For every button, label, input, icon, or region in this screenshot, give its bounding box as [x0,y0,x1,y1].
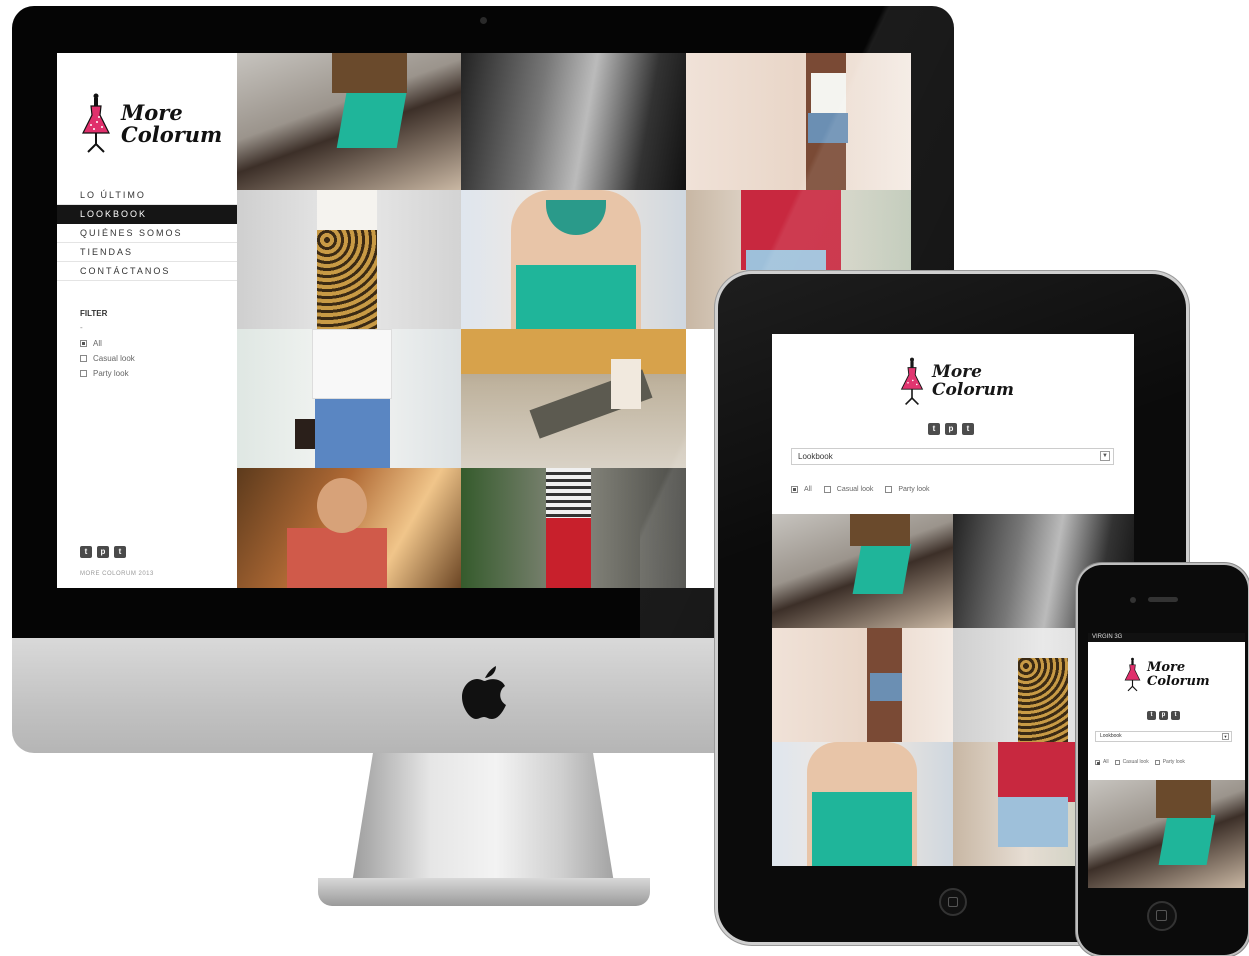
dress-mannequin-icon [82,93,110,153]
iphone-speaker [1148,597,1178,602]
filter-title: FILTER [80,309,108,318]
brand-logo[interactable]: More Colorum [1124,657,1210,693]
filter-casual-look[interactable]: Casual look [1114,759,1149,765]
filter-all[interactable]: All [1095,759,1109,765]
filter-label: Casual look [1122,759,1149,765]
brand-wordmark: More Colorum [121,99,223,147]
status-bar: VIRGIN 3G [1088,633,1245,642]
iphone-screen: VIRGIN 3G More Colorum t p t Lookbook ▼ [1088,633,1245,888]
brand-line-1: More [1147,660,1186,676]
nav-item-quienes-somos[interactable]: QUIÉNES SOMOS [57,224,237,243]
checkbox-icon[interactable] [1154,759,1160,765]
brand-line-2: Colorum [121,122,223,147]
chevron-down-icon[interactable]: ▼ [1222,733,1229,740]
nav-item-lookbook[interactable]: LOOKBOOK [57,205,237,224]
checkbox-icon[interactable] [80,355,87,362]
lookbook-photo[interactable] [237,468,461,588]
section-select-value: Lookbook [1100,733,1122,739]
nav-item-lo-ultimo[interactable]: LO ÚLTIMO [57,186,237,205]
filter-label: All [1103,759,1109,765]
iphone-camera [1130,597,1136,603]
nav-item-contactanos[interactable]: CONTÁCTANOS [57,262,237,281]
lookbook-photo[interactable] [237,190,461,329]
home-square-icon [948,897,958,907]
lookbook-photo[interactable] [237,53,461,190]
checkbox-icon[interactable] [80,340,87,347]
checkbox-icon[interactable] [1095,759,1100,765]
lookbook-photo[interactable] [237,329,461,468]
checkbox-icon[interactable] [1114,759,1120,765]
filter-party-look[interactable]: Party look [1154,759,1185,765]
brand-logo[interactable]: More Colorum [81,93,222,155]
pinterest-icon[interactable]: p [1159,711,1168,720]
twitter-icon[interactable]: t [80,546,92,558]
section-select[interactable]: Lookbook ▼ [1095,731,1232,742]
filter-party-look[interactable]: Party look [80,366,135,381]
brand-line-1: More [121,99,183,125]
checkbox-icon[interactable] [80,370,87,377]
home-square-icon [1156,910,1167,921]
nav-item-tiendas[interactable]: TIENDAS [57,243,237,262]
filter-list: All Casual look Party look [80,336,135,381]
filter-dash: - [80,323,83,332]
filter-label: Party look [1162,759,1185,765]
lookbook-photo[interactable] [1088,780,1245,888]
filter-casual-look[interactable]: Casual look [80,351,135,366]
main-nav: LO ÚLTIMO LOOKBOOK QUIÉNES SOMOS TIENDAS… [57,186,237,281]
pinterest-icon[interactable]: p [97,546,109,558]
dress-mannequin-icon [1124,657,1141,692]
apple-logo-icon [462,666,506,719]
filter-label: Casual look [93,354,135,363]
tumblr-icon[interactable]: t [114,546,126,558]
twitter-icon[interactable]: t [1147,711,1156,720]
social-links: t p t [80,546,126,558]
tumblr-icon[interactable]: t [1171,711,1180,720]
responsive-device-mockup: More Colorum LO ÚLTIMO LOOKBOOK QUIÉNES … [0,0,1249,956]
filter-label: Party look [93,369,129,378]
filter-list: All Casual look Party look [1095,759,1185,765]
imac-foot [318,878,650,906]
brand-wordmark: More Colorum [1147,661,1210,688]
desktop-sidebar: More Colorum LO ÚLTIMO LOOKBOOK QUIÉNES … [57,53,237,588]
filter-all[interactable]: All [80,336,135,351]
social-links: t p t [1147,711,1180,720]
brand-line-2: Colorum [1147,674,1210,689]
imac-stand [352,753,614,883]
copyright-text: MORE COLORUM 2013 [80,571,154,577]
filter-label: All [93,339,102,348]
imac-camera [480,17,487,24]
